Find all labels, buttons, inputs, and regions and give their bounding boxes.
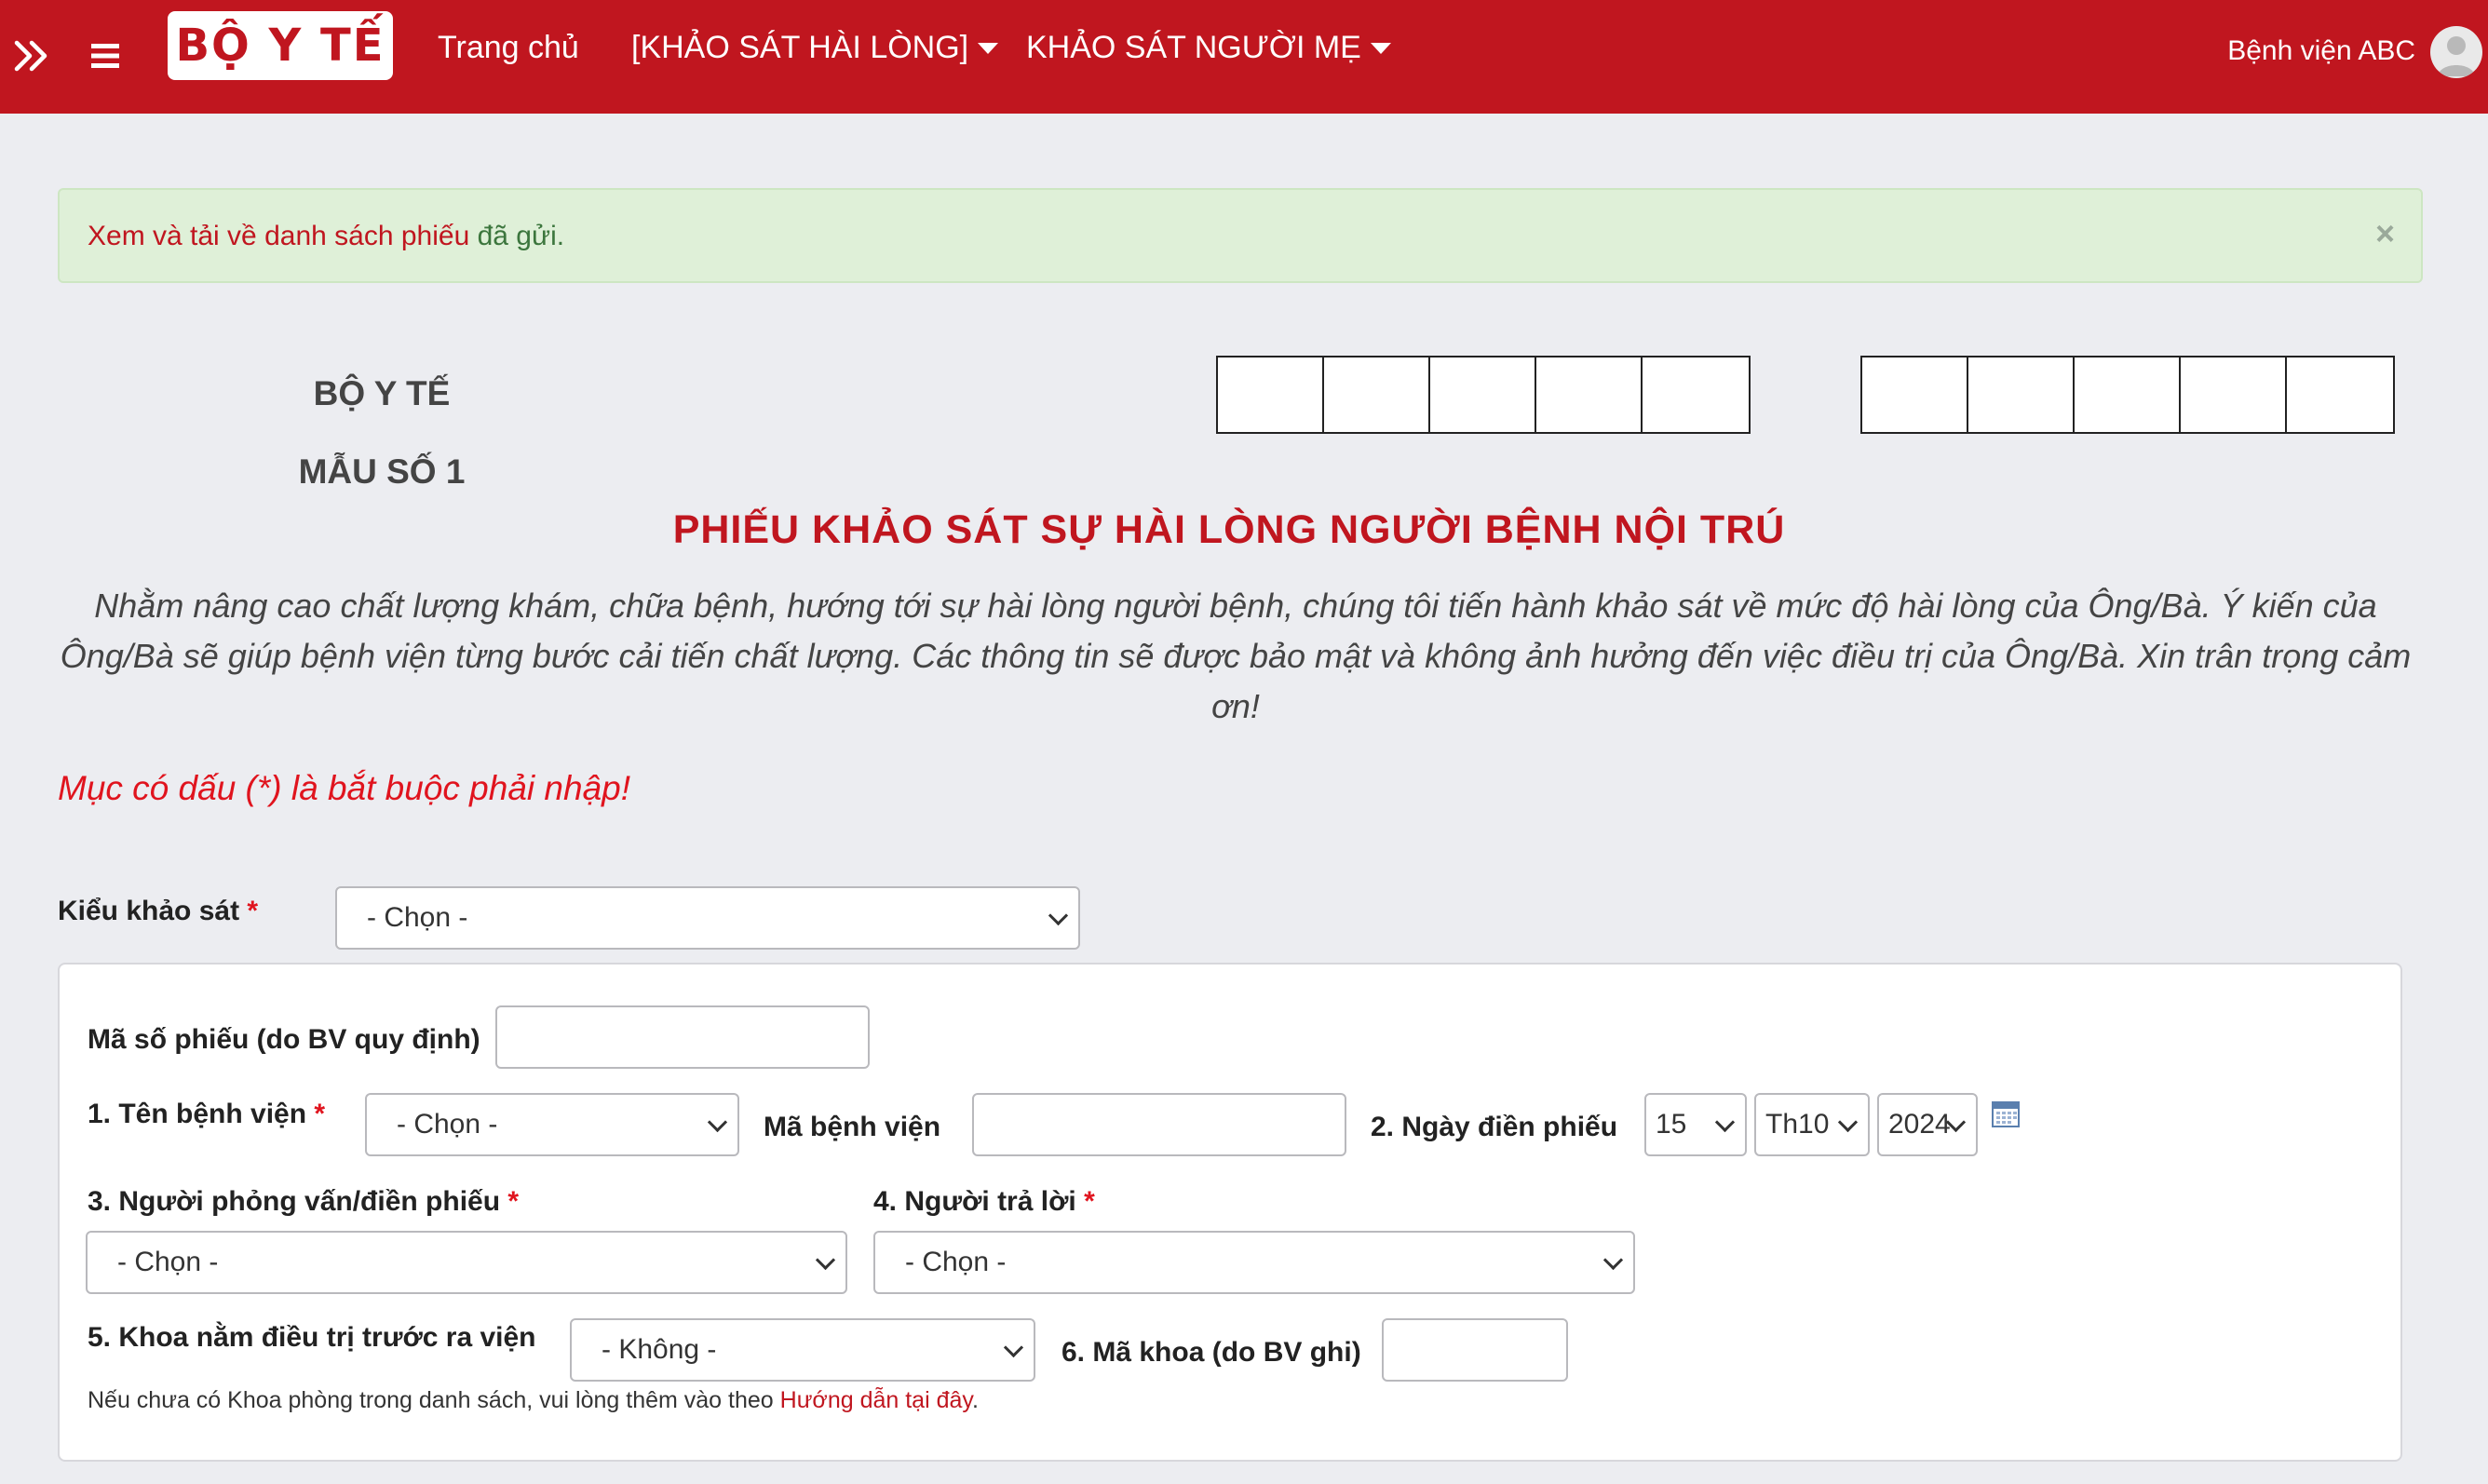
code-box [1536,358,1643,432]
month-select[interactable]: Th10 [1754,1093,1870,1156]
day-value: 15 [1656,1109,1687,1140]
department-value: - Không - [602,1334,717,1365]
required-star: * [247,896,259,926]
survey-type-label-text: Kiểu khảo sát [58,896,240,926]
year-value: 2024 [1888,1109,1951,1140]
interviewer-select[interactable]: - Chọn - [86,1231,847,1294]
user-avatar-icon [2438,36,2475,76]
code-box [2075,358,2181,432]
user-name[interactable]: Bệnh viện ABC [2227,35,2415,67]
nav-mother-survey-label: KHẢO SÁT NGƯỜI MẸ [1026,30,1361,65]
code-box [1968,358,2075,432]
day-select[interactable]: 15 [1644,1093,1747,1156]
chevron-down-icon [1837,1112,1859,1133]
code-box-grid-right [1860,356,2395,434]
hospital-name-label-text: 1. Tên bệnh viện [88,1099,307,1129]
department-select[interactable]: - Không - [570,1318,1035,1382]
survey-type-select[interactable]: - Chọn - [335,886,1080,950]
org-name: BỘ Y TẾ [313,374,451,412]
interviewer-label: 3. Người phỏng vấn/điền phiếu * [88,1186,519,1218]
calendar-icon[interactable] [1991,1099,2021,1128]
code-box [2287,358,2393,432]
success-alert: Xem và tải về danh sách phiếu đã gửi. × [58,188,2423,283]
respondent-label-text: 4. Người trả lời [873,1186,1076,1217]
fill-date-label: 2. Ngày điền phiếu [1371,1112,1618,1142]
hamburger-menu-icon[interactable] [89,41,123,71]
guide-link[interactable]: Hướng dẫn tại đây [780,1387,972,1413]
department-label: 5. Khoa nằm điều trị trước ra viện [88,1322,536,1353]
nav-home-label: Trang chủ [438,30,579,65]
intro-text: Nhằm nâng cao chất lượng khám, chữa bệnh… [60,587,2412,725]
nav-satisfaction-survey-dropdown[interactable]: [KHẢO SÁT HÀI LÒNG] [631,30,999,66]
hospital-name-select[interactable]: - Chọn - [365,1093,739,1156]
month-value: Th10 [1765,1109,1830,1140]
form-code-label: Mã số phiếu (do BV quy định) [88,1024,480,1055]
code-box [1430,358,1536,432]
code-box [1862,358,1968,432]
hospital-name-label: 1. Tên bệnh viện * [88,1099,325,1130]
logo-text: BỘ Y TẾ [175,20,385,72]
nav-mother-survey-dropdown[interactable]: KHẢO SÁT NGƯỜI MẸ [1026,30,1391,66]
respondent-value: - Chọn - [905,1247,1007,1277]
hospital-code-label: Mã bệnh viện [764,1112,941,1142]
form-title: PHIẾU KHẢO SÁT SỰ HÀI LÒNG NGƯỜI BỆNH NỘ… [672,507,1786,552]
required-star: * [314,1099,326,1129]
avatar[interactable] [2430,26,2482,78]
department-hint: Nếu chưa có Khoa phòng trong danh sách, … [88,1387,979,1414]
logo[interactable]: BỘ Y TẾ [168,11,393,80]
form-template-number: MẪU SỐ 1 [298,452,466,491]
code-box-grid-left [1216,356,1751,434]
chevron-down-icon [815,1249,836,1271]
hospital-code-input[interactable] [972,1093,1346,1156]
close-icon[interactable]: × [2375,214,2395,253]
hospital-name-value: - Chọn - [397,1109,498,1140]
chevron-down-icon [1048,905,1069,926]
sent-forms-link[interactable]: Xem và tải về danh sách phiếu [88,221,469,251]
caret-down-icon [978,42,999,54]
hint-text: Nếu chưa có Khoa phòng trong danh sách, … [88,1387,780,1413]
hint-end: . [972,1387,979,1413]
department-code-label: 6. Mã khoa (do BV ghi) [1061,1337,1361,1368]
code-box [1643,358,1749,432]
double-chevron-right-icon[interactable] [13,35,50,76]
top-navbar: BỘ Y TẾ Trang chủ [KHẢO SÁT HÀI LÒNG] KH… [0,0,2488,114]
respondent-label: 4. Người trả lời * [873,1186,1095,1218]
department-code-input[interactable] [1382,1318,1568,1382]
nav-home-link[interactable]: Trang chủ [438,30,579,66]
required-note: Mục có dấu (*) là bắt buộc phải nhập! [58,769,630,807]
respondent-select[interactable]: - Chọn - [873,1231,1635,1294]
survey-type-value: - Chọn - [367,902,468,933]
nav-satisfaction-survey-label: [KHẢO SÁT HÀI LÒNG] [631,30,969,65]
chevron-down-icon [1003,1337,1024,1358]
chevron-down-icon [1602,1249,1624,1271]
alert-rest-text: đã gửi. [469,221,565,251]
caret-down-icon [1370,42,1391,54]
chevron-down-icon [707,1112,728,1133]
form-code-input[interactable] [495,1005,870,1069]
interviewer-label-text: 3. Người phỏng vấn/điền phiếu [88,1186,501,1217]
survey-type-label: Kiểu khảo sát * [58,896,258,927]
required-star: * [507,1186,520,1217]
required-star: * [1084,1186,1095,1217]
alert-message: Xem và tải về danh sách phiếu đã gửi. [88,221,564,252]
code-box [2181,358,2287,432]
chevron-down-icon [1714,1112,1736,1133]
interviewer-value: - Chọn - [117,1247,219,1277]
code-box [1324,358,1430,432]
code-box [1218,358,1324,432]
year-select[interactable]: 2024 [1877,1093,1978,1156]
